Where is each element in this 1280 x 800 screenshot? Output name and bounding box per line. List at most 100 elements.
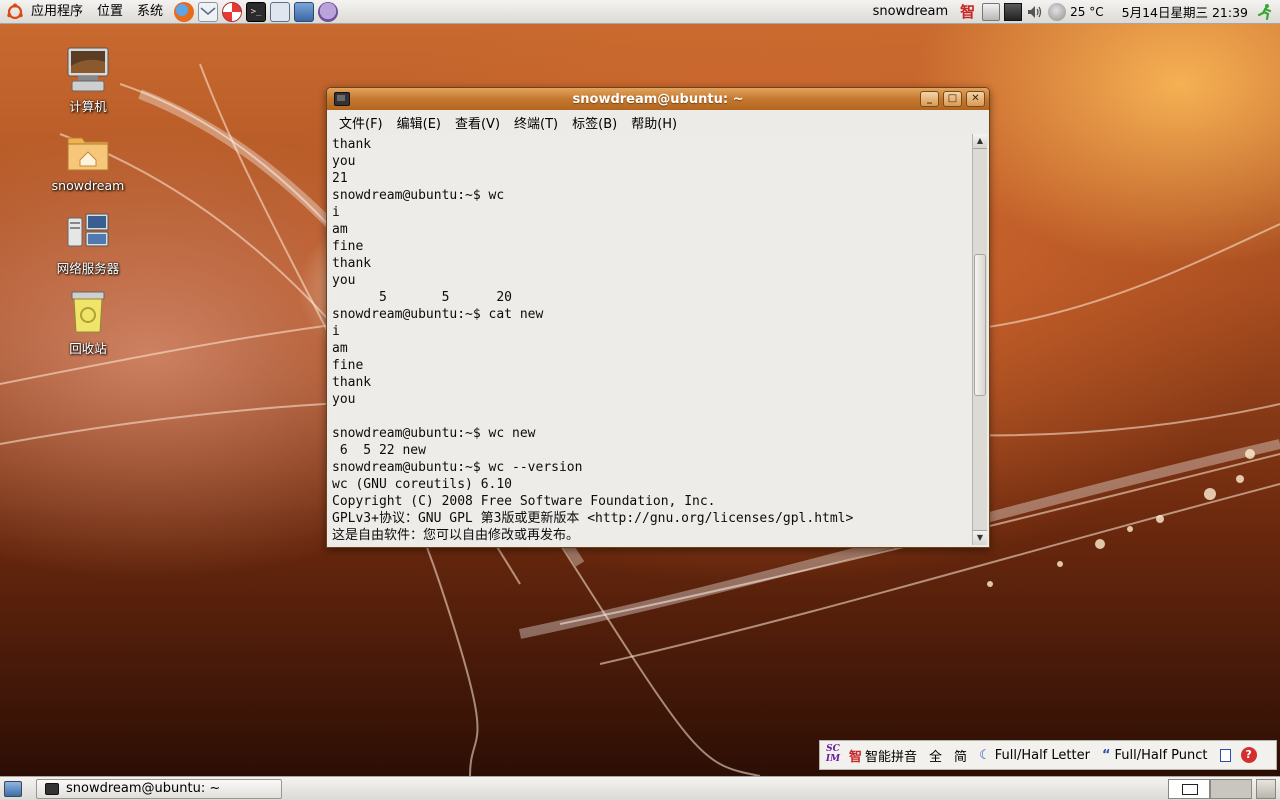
terminal-line: snowdream@ubuntu:~$ cat new: [332, 307, 544, 322]
main-menu: 应用程序 位置 系统: [0, 0, 170, 24]
simplified-label: 简: [954, 749, 968, 765]
desktop-icon-label: 回收站: [69, 341, 107, 356]
taskbar-window-button[interactable]: snowdream@ubuntu: ~: [36, 778, 282, 799]
panel-trash-icon[interactable]: [1256, 778, 1276, 799]
scim-menu-button[interactable]: [1214, 748, 1237, 762]
full-half-letter-toggle[interactable]: ☾ Full/Half Letter: [973, 748, 1096, 763]
terminal-line: wc (GNU coreutils) 6.10: [332, 477, 513, 492]
minimize-button[interactable]: _: [920, 91, 939, 107]
network-icon[interactable]: [294, 1, 315, 22]
terminal-line: am: [332, 222, 348, 237]
desktop-icon-trash[interactable]: 回收站: [43, 288, 133, 357]
full-half-punct-toggle[interactable]: “ Full/Half Punct: [1096, 748, 1214, 763]
clock[interactable]: 5月14日星期三 21:39: [1112, 2, 1254, 21]
terminal-line: you: [332, 154, 356, 169]
full-width-label: 全: [929, 749, 943, 765]
scim-logo-icon[interactable]: SC IM: [823, 744, 843, 766]
terminal-output[interactable]: thank you 21 snowdream@ubuntu:~$ wc i am…: [330, 134, 973, 545]
terminal-line: snowdream@ubuntu:~$ wc --version: [332, 460, 583, 475]
desktop-icon-label: snowdream: [51, 178, 125, 193]
terminal-window: snowdream@ubuntu: ~ _ □ ✕ 文件(F) 编辑(E) 查看…: [326, 87, 990, 548]
pidgin-icon[interactable]: [318, 1, 339, 22]
workspace-1[interactable]: [1168, 778, 1210, 799]
terminal-line: you: [332, 273, 356, 288]
firefox-icon[interactable]: [174, 1, 195, 22]
user-name[interactable]: snowdream: [863, 4, 959, 19]
terminal-line: GPLv3+协议：GNU GPL 第3版或更新版本 <http://gnu.or…: [332, 511, 854, 526]
desktop-icon-home[interactable]: snowdream: [43, 128, 133, 193]
menu-tabs[interactable]: 标签(B): [565, 113, 624, 132]
scroll-up-arrow-icon[interactable]: ▲: [973, 134, 987, 149]
document-icon: [1219, 748, 1231, 762]
weather-temperature[interactable]: 25 °C: [1068, 5, 1111, 19]
terminal-line: fine: [332, 239, 364, 254]
mail-icon[interactable]: [198, 1, 219, 22]
menu-view[interactable]: 查看(V): [448, 113, 507, 132]
bottom-panel: snowdream@ubuntu: ~: [0, 776, 1280, 800]
running-man-icon[interactable]: [1256, 3, 1274, 21]
terminal-line: thank: [332, 375, 372, 390]
printer-icon[interactable]: [982, 2, 1001, 21]
terminal-line: you: [332, 392, 356, 407]
desktop-icon-label: 计算机: [69, 99, 107, 114]
menu-places[interactable]: 位置: [90, 0, 130, 24]
menu-terminal[interactable]: 终端(T): [507, 113, 565, 132]
terminal-line: snowdream@ubuntu:~$ wc: [332, 188, 505, 203]
full-half-punct-label: Full/Half Punct: [1114, 747, 1208, 763]
trash-icon: [64, 288, 112, 336]
launcher-group: >_: [174, 1, 339, 22]
smart-pinyin-icon: 智: [849, 749, 863, 765]
menu-help[interactable]: 帮助(H): [624, 113, 684, 132]
menu-edit[interactable]: 编辑(E): [390, 113, 448, 132]
desktop-icon-network[interactable]: 网络服务器: [43, 208, 133, 277]
maximize-button[interactable]: □: [943, 91, 962, 107]
close-button[interactable]: ✕: [966, 91, 985, 107]
input-method-tray-icon[interactable]: 智: [960, 3, 978, 21]
window-menubar: 文件(F) 编辑(E) 查看(V) 终端(T) 标签(B) 帮助(H): [327, 110, 989, 134]
moon-icon: ☾: [979, 747, 991, 763]
full-width-toggle[interactable]: 全: [923, 746, 948, 765]
scrollbar-thumb[interactable]: [974, 254, 986, 396]
menu-applications[interactable]: 应用程序: [24, 0, 90, 24]
quote-icon: “: [1101, 747, 1111, 763]
input-mode-toggle[interactable]: 智 智能拼音: [843, 746, 923, 765]
menu-file[interactable]: 文件(F): [332, 113, 390, 132]
window-titlebar[interactable]: snowdream@ubuntu: ~ _ □ ✕: [327, 88, 989, 110]
terminal-task-icon: [45, 782, 59, 795]
terminal-line: 6 5 22 new: [332, 443, 426, 458]
terminal-line: am: [332, 341, 348, 356]
desktop-icon-computer[interactable]: 计算机: [43, 46, 133, 115]
terminal-line: thank: [332, 256, 372, 271]
window-title: snowdream@ubuntu: ~: [572, 91, 744, 107]
workspace-2[interactable]: [1210, 778, 1252, 799]
input-method-bar: SC IM 智 智能拼音 全 简 ☾ Full/Half Letter “ Ful…: [819, 740, 1277, 770]
scroll-down-arrow-icon[interactable]: ▼: [973, 530, 987, 545]
menu-system[interactable]: 系统: [130, 0, 170, 24]
terminal-icon[interactable]: >_: [246, 1, 267, 22]
terminal-line: snowdream@ubuntu:~$ wc new: [332, 426, 536, 441]
terminal-line: 21: [332, 171, 348, 186]
help-lifebuoy-icon[interactable]: [222, 1, 243, 22]
show-desktop-icon[interactable]: [4, 780, 22, 797]
terminal-line: Copyright (C) 2008 Free Software Foundat…: [332, 494, 716, 509]
simplified-toggle[interactable]: 简: [948, 746, 973, 765]
full-half-letter-label: Full/Half Letter: [994, 747, 1090, 763]
input-mode-label: 智能拼音: [865, 749, 918, 765]
terminal-line: thank: [332, 137, 372, 152]
keyboard-icon[interactable]: [270, 1, 291, 22]
weather-icon[interactable]: [1048, 2, 1067, 21]
home-folder-icon: [64, 128, 112, 176]
terminal-line: i: [332, 205, 340, 220]
terminal-scrollbar[interactable]: ▲ ▼: [972, 134, 987, 545]
computer-icon: [64, 46, 112, 94]
volume-icon[interactable]: [1026, 3, 1044, 21]
network-status-icon[interactable]: [1004, 2, 1023, 21]
network-servers-icon: [64, 208, 112, 256]
ubuntu-logo-icon[interactable]: [6, 3, 24, 21]
terminal-line: 这是自由软件：您可以自由修改或再发布。: [332, 528, 580, 543]
terminal-line: fine: [332, 358, 364, 373]
terminal-line: 5 5 20: [332, 290, 513, 305]
scim-help-icon[interactable]: ?: [1240, 747, 1257, 763]
taskbar-window-label: snowdream@ubuntu: ~: [66, 781, 221, 796]
